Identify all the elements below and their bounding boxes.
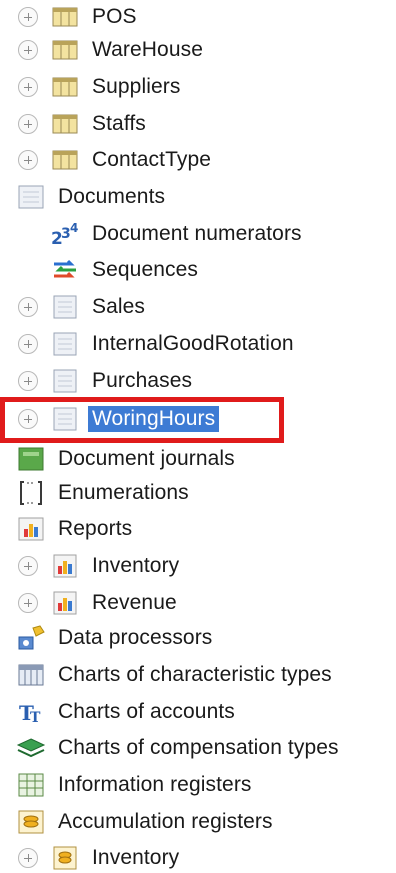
journal-icon (16, 446, 46, 472)
tree-group-reports[interactable]: Reports (0, 514, 396, 544)
tree-item-label: Sequences (92, 258, 198, 281)
tree-group-label: Data processors (58, 626, 213, 649)
tree-item-label: Inventory (92, 846, 180, 869)
numerator-icon: 234 (50, 221, 80, 247)
tree-item-label-selected: WoringHours (88, 406, 220, 432)
expand-icon[interactable] (18, 409, 38, 429)
expand-icon[interactable] (18, 593, 38, 613)
catalog-icon (50, 74, 80, 100)
tree-item-accumulation-inventory[interactable]: Inventory (0, 843, 396, 873)
tree-group-label: Reports (58, 517, 133, 540)
report-icon (50, 590, 80, 616)
tree-item-suppliers[interactable]: Suppliers (0, 72, 396, 102)
tree-item-internalgoodrotation[interactable]: InternalGoodRotation (0, 329, 396, 359)
expand-icon[interactable] (18, 114, 38, 134)
tree-item-label: Staffs (92, 112, 146, 135)
tree-group-label: Charts of compensation types (58, 736, 339, 759)
report-icon (16, 516, 46, 542)
accumulation-register-icon (50, 845, 80, 871)
tree-item-pos[interactable]: POS (0, 2, 396, 32)
tree-item-label: InternalGoodRotation (92, 332, 294, 355)
expand-icon[interactable] (18, 40, 38, 60)
enumeration-icon (16, 480, 46, 506)
tree-item-woringhours[interactable]: WoringHours (0, 404, 396, 434)
tree-group-data-processors[interactable]: Data processors (0, 623, 396, 653)
svg-text:4: 4 (70, 221, 78, 235)
tree-group-information-registers[interactable]: Information registers (0, 770, 396, 800)
catalog-icon (50, 37, 80, 63)
catalog-icon (50, 111, 80, 137)
tree-item-label: Purchases (92, 369, 193, 392)
tree-group-label: Documents (58, 185, 166, 208)
document-icon (50, 406, 80, 432)
chart-of-accounts-icon: TT (16, 699, 46, 725)
tree-item-purchases[interactable]: Purchases (0, 366, 396, 396)
chart-of-compensation-types-icon (16, 735, 46, 761)
expand-icon[interactable] (18, 371, 38, 391)
expand-icon[interactable] (18, 77, 38, 97)
expand-icon[interactable] (18, 334, 38, 354)
document-icon (16, 184, 46, 210)
tree-item-contacttype[interactable]: ContactType (0, 145, 396, 175)
sequence-icon (50, 257, 80, 283)
expand-icon[interactable] (18, 7, 38, 27)
tree-item-label: Suppliers (92, 75, 181, 98)
chart-of-characteristic-types-icon (16, 662, 46, 688)
tree-group-label: Accumulation registers (58, 810, 273, 833)
tree-item-document-numerators[interactable]: 234 Document numerators (0, 219, 396, 249)
tree-group-label: Enumerations (58, 481, 189, 504)
tree-group-charts-of-characteristic-types[interactable]: Charts of characteristic types (0, 660, 396, 690)
tree-group-document-journals[interactable]: Document journals (0, 444, 396, 474)
expand-icon[interactable] (18, 150, 38, 170)
data-processor-icon (16, 625, 46, 651)
expand-icon[interactable] (18, 848, 38, 868)
tree-item-label: Revenue (92, 591, 177, 614)
report-icon (50, 553, 80, 579)
tree-item-report-revenue[interactable]: Revenue (0, 588, 396, 618)
catalog-icon (50, 147, 80, 173)
tree-group-charts-of-compensation-types[interactable]: Charts of compensation types (0, 733, 396, 763)
tree-item-label: POS (92, 5, 137, 28)
information-register-icon (16, 772, 46, 798)
accumulation-register-icon (16, 809, 46, 835)
tree-item-label: Inventory (92, 554, 180, 577)
expand-icon[interactable] (18, 297, 38, 317)
document-icon (50, 331, 80, 357)
tree-item-report-inventory[interactable]: Inventory (0, 551, 396, 581)
tree-group-label: Document journals (58, 447, 235, 470)
tree-item-sequences[interactable]: Sequences (0, 255, 396, 285)
tree-item-label: WareHouse (92, 38, 203, 61)
tree-group-charts-of-accounts[interactable]: TT Charts of accounts (0, 697, 396, 727)
document-icon (50, 368, 80, 394)
catalog-icon (50, 4, 80, 30)
document-icon (50, 294, 80, 320)
tree-item-sales[interactable]: Sales (0, 292, 396, 322)
tree-item-warehouse[interactable]: WareHouse (0, 35, 396, 65)
tree-item-label: Document numerators (92, 222, 302, 245)
tree-item-label: ContactType (92, 148, 211, 171)
tree-group-accumulation-registers[interactable]: Accumulation registers (0, 807, 396, 837)
expand-icon[interactable] (18, 556, 38, 576)
tree-group-documents[interactable]: Documents (0, 182, 396, 212)
tree-group-label: Charts of accounts (58, 700, 235, 723)
tree-group-enumerations[interactable]: Enumerations (0, 478, 396, 508)
svg-text:T: T (30, 710, 41, 725)
tree-item-label: Sales (92, 295, 146, 318)
tree-group-label: Charts of characteristic types (58, 663, 332, 686)
tree-item-staffs[interactable]: Staffs (0, 109, 396, 139)
tree-group-label: Information registers (58, 773, 252, 796)
